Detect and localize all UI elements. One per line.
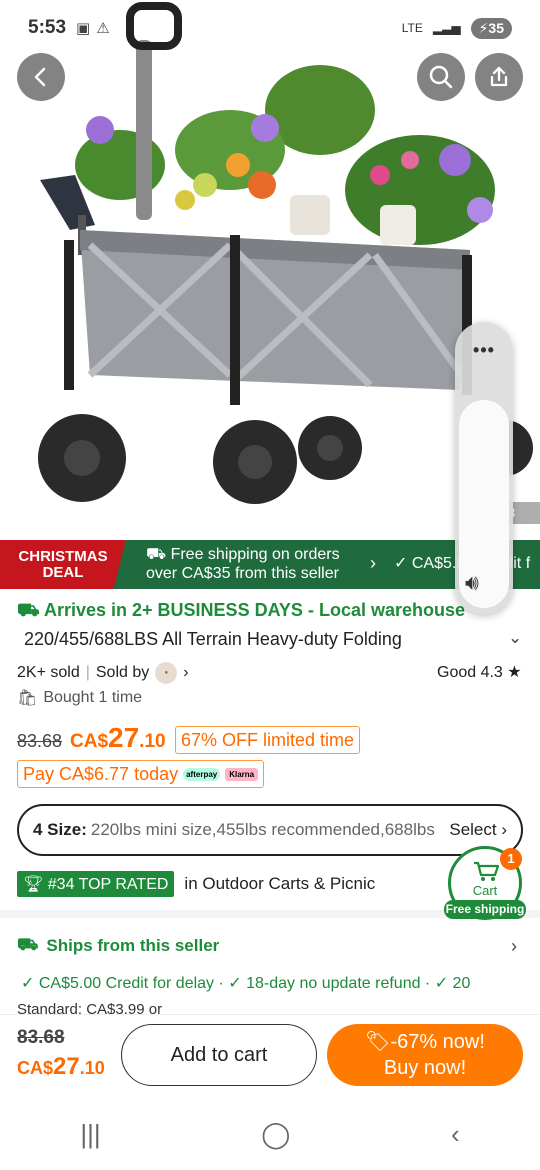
truck-icon: ⛟ xyxy=(17,600,44,620)
search-icon xyxy=(429,65,453,89)
ranking-row[interactable]: 🏆︎ #34 TOP RATED in Outdoor Carts & Picn… xyxy=(17,871,375,897)
klarna-logo: Klarna xyxy=(225,767,259,781)
more-options-icon[interactable]: ••• xyxy=(455,340,513,361)
network-label: LTE xyxy=(401,21,423,35)
share-icon xyxy=(490,66,508,87)
bottom-sale-price: CA$27.10 xyxy=(17,1053,105,1080)
buy-now-button[interactable]: 🏷︎-67% now! Buy now! xyxy=(327,1024,523,1086)
share-button[interactable] xyxy=(475,53,523,101)
alert-icon: ⚠ xyxy=(96,20,110,37)
chevron-right-icon[interactable]: › xyxy=(183,664,188,682)
chevron-down-icon[interactable]: ⌄ xyxy=(508,628,522,648)
rating-summary[interactable]: Good 4.3 ★ xyxy=(437,662,522,682)
ships-from-seller[interactable]: ⛟ Ships from this seller xyxy=(17,935,219,957)
cart-icon xyxy=(474,861,500,881)
floating-cart-button[interactable]: Cart 1 Free shipping xyxy=(444,846,526,920)
battery-indicator: ⚡35 xyxy=(470,17,512,39)
back-nav-icon[interactable]: ‹ xyxy=(451,1119,460,1150)
top-rated-badge: 🏆︎ #34 TOP RATED xyxy=(17,871,175,897)
free-shipping-promo[interactable]: ⛟ Free shipping on orders over CA$35 fro… xyxy=(126,540,382,589)
sales-info: 2K+ sold | Sold by ● › xyxy=(17,662,189,684)
truck-icon: ⛟ xyxy=(146,546,171,563)
afterpay-logo: afterpay xyxy=(183,767,221,781)
home-icon[interactable]: ◯ xyxy=(261,1119,290,1150)
tag-icon: 🏷︎ xyxy=(365,1031,391,1053)
select-size-button[interactable]: Select › xyxy=(449,820,507,840)
floating-overlay-panel[interactable]: ••• 🔊︎ xyxy=(455,322,513,614)
cart-count-badge: 1 xyxy=(500,848,522,870)
status-bar: 5:53 ▣ ⚠ LTE ▂▃▅ ⚡35 xyxy=(0,0,540,56)
chevron-right-icon[interactable]: › xyxy=(511,936,517,957)
bought-history: 🛍︎ Bought 1 time xyxy=(17,689,143,707)
installment-badge[interactable]: Pay CA$6.77 today afterpay Klarna xyxy=(17,760,265,788)
chevron-right-icon: › xyxy=(370,553,376,573)
trophy-icon: 🏆︎ xyxy=(23,876,48,893)
chevron-left-icon xyxy=(34,67,46,87)
shipping-guarantees: ✓ CA$5.00 Credit for delay · ✓ 18-day no… xyxy=(21,975,471,992)
cart-label: Cart xyxy=(472,883,498,898)
system-nav-bar: ||| ◯ ‹ xyxy=(0,1098,540,1170)
sold-count: 2K+ sold xyxy=(17,664,80,681)
standard-shipping-info: Standard: CA$3.99 or xyxy=(17,1001,163,1015)
size-options: 220lbs mini size,455lbs recommended,688l… xyxy=(90,820,435,839)
truck-icon: ⛟ xyxy=(17,935,39,954)
delivery-estimate: ⛟ Arrives in 2+ BUSINESS DAYS - Local wa… xyxy=(17,600,465,620)
volume-icon: 🔊︎ xyxy=(465,570,479,595)
check-icon: ✓ xyxy=(394,555,412,572)
rank-category: in Outdoor Carts & Picnic xyxy=(184,874,376,893)
sale-price: CA$27.10 xyxy=(70,722,166,753)
free-shipping-label: Free shipping xyxy=(444,900,526,919)
search-button[interactable] xyxy=(417,53,465,101)
seller-logo[interactable]: ● xyxy=(155,662,178,684)
bottom-original-price: 83.68 xyxy=(17,1027,65,1048)
product-title[interactable]: 220/455/688LBS All Terrain Heavy-duty Fo… xyxy=(24,629,402,650)
add-to-cart-button[interactable]: Add to cart xyxy=(121,1024,317,1086)
discount-badge: 67% OFF limited time xyxy=(175,726,361,754)
sold-by-label: Sold by xyxy=(95,664,150,681)
bag-icon: 🛍︎ xyxy=(17,690,38,707)
status-time: 5:53 xyxy=(28,17,67,38)
original-price: 83.68 xyxy=(17,731,63,751)
screenshot-icon: ▣ xyxy=(76,20,91,37)
size-label: 4 Size: xyxy=(33,820,87,839)
bottom-action-bar: 83.68 CA$27.10 Add to cart 🏷︎-67% now! B… xyxy=(0,1014,540,1098)
christmas-deal-badge: CHRISTMAS DEAL xyxy=(0,540,126,589)
signal-icon: ▂▃▅ xyxy=(432,21,461,35)
recent-apps-icon[interactable]: ||| xyxy=(80,1119,100,1150)
back-button[interactable] xyxy=(17,53,65,101)
